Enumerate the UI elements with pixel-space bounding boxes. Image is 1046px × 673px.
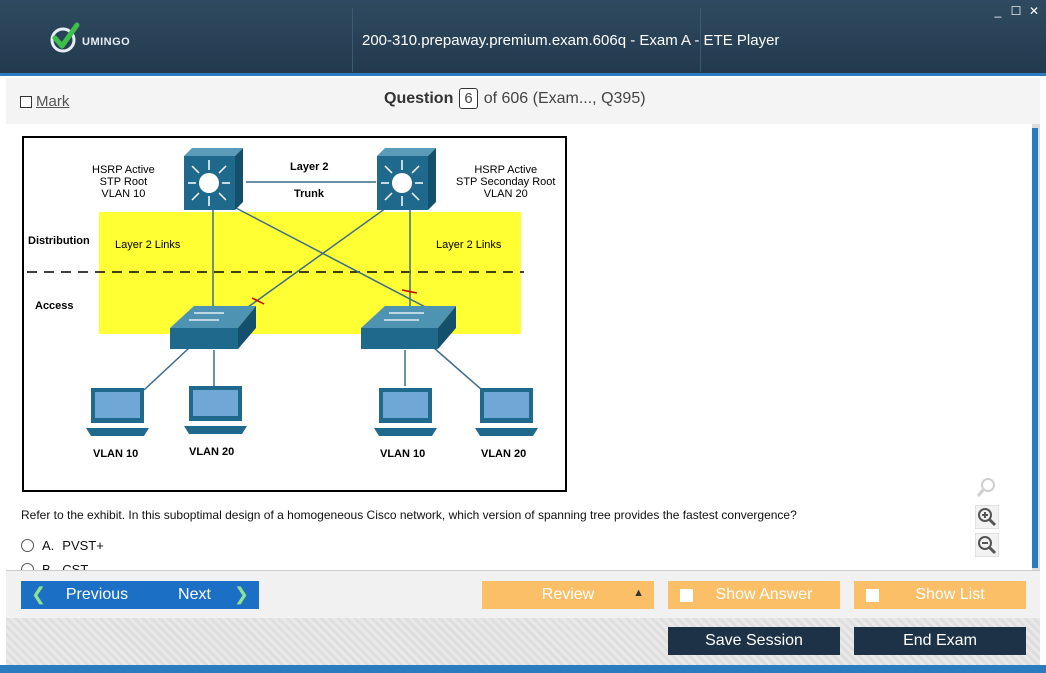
previous-button[interactable]: ❮ Previous [21, 581, 155, 609]
laptop-icon [374, 388, 437, 436]
minimize-button[interactable]: _ [992, 4, 1004, 18]
show-list-button[interactable]: Show List [854, 581, 1026, 609]
access-label: Access [35, 300, 74, 312]
checkmark-logo-icon [50, 22, 80, 53]
yellow-zone [99, 212, 521, 334]
zoom-in-icon[interactable] [975, 505, 999, 529]
distribution-switch-left [184, 148, 243, 210]
vlan-label: VLAN 10 [380, 448, 426, 460]
navigation-bar: ❮ Previous Next ❯ Review ▲ Show Answer S… [6, 570, 1040, 619]
link [143, 347, 190, 391]
exhibit-image: HSRP Active STP Root VLAN 10 HSRP Active… [22, 136, 567, 492]
title-divider [352, 8, 353, 72]
vlan-label: VLAN 20 [481, 448, 527, 460]
checkbox-icon[interactable] [680, 589, 693, 602]
radio-button[interactable] [21, 563, 34, 570]
question-stem: Refer to the exhibit. In this suboptimal… [21, 508, 797, 522]
trunk-label: Trunk [294, 188, 324, 200]
window-title: 200-310.prepaway.premium.exam.606q - Exa… [362, 32, 780, 49]
option-text: CST [62, 562, 89, 570]
save-session-button[interactable]: Save Session [668, 627, 840, 655]
end-exam-label: End Exam [903, 632, 977, 649]
option-letter: A. [42, 538, 55, 553]
laptop-icon [184, 386, 247, 434]
mark-checkbox[interactable]: Mark [20, 93, 69, 110]
question-number-input[interactable]: 6 [459, 88, 478, 109]
chevron-left-icon: ❮ [31, 584, 47, 604]
laptop-icon [475, 388, 538, 436]
right-switch-label: HSRP Active STP Seconday Root VLAN 20 [456, 164, 556, 200]
option-letter: B. [42, 562, 55, 570]
save-session-label: Save Session [705, 632, 803, 649]
app-logo: UMINGO [50, 22, 130, 54]
option-text: PVST+ [62, 538, 104, 553]
logo-text: UMINGO [82, 36, 131, 48]
show-answer-label: Show Answer [715, 586, 813, 603]
review-button[interactable]: Review ▲ [482, 581, 654, 609]
vlan-label: VLAN 10 [93, 448, 139, 460]
radio-button[interactable] [21, 539, 34, 552]
vlan-label: VLAN 20 [189, 446, 235, 458]
review-label: Review [541, 586, 595, 603]
chevron-right-icon: ❯ [233, 584, 249, 604]
distribution-switch-right [377, 148, 436, 210]
checkbox-icon[interactable] [20, 95, 32, 108]
footer-bar: Save Session End Exam [6, 618, 1040, 666]
end-exam-button[interactable]: End Exam [854, 627, 1026, 655]
mark-label: Mark [36, 93, 70, 110]
checkbox-icon[interactable] [866, 589, 879, 602]
next-label: Next [178, 586, 211, 603]
distribution-label: Distribution [28, 235, 90, 247]
question-label: Question [384, 89, 454, 107]
search-icon[interactable] [975, 476, 999, 500]
window-controls: _ ☐ ✕ [992, 4, 1040, 18]
zoom-out-icon[interactable] [975, 533, 999, 557]
title-bar: UMINGO 200-310.prepaway.premium.exam.606… [0, 0, 1046, 76]
scrollbar-thumb[interactable] [1032, 128, 1038, 568]
next-button[interactable]: Next ❯ [144, 581, 259, 609]
bottom-border [0, 665, 1046, 673]
question-content: HSRP Active STP Root VLAN 10 HSRP Active… [6, 124, 1032, 570]
option-b[interactable]: B. CST [21, 562, 88, 570]
link [433, 347, 483, 391]
show-list-label: Show List [915, 586, 985, 603]
question-indicator: Question 6 of 606 (Exam..., Q395) [384, 88, 646, 109]
question-total: of 606 (Exam..., Q395) [483, 89, 646, 107]
show-answer-button[interactable]: Show Answer [668, 581, 840, 609]
left-switch-label: HSRP Active STP Root VLAN 10 [92, 164, 155, 200]
laptop-icon [86, 388, 149, 436]
layer2-label: Layer 2 [290, 161, 329, 173]
layer2-links-label: Layer 2 Links [115, 239, 181, 251]
close-button[interactable]: ✕ [1028, 4, 1040, 18]
question-bar: Mark Question 6 of 606 (Exam..., Q395) [6, 78, 1040, 125]
option-a[interactable]: A. PVST+ [21, 538, 104, 553]
layer2-links-label: Layer 2 Links [436, 239, 502, 251]
maximize-button[interactable]: ☐ [1010, 4, 1022, 18]
previous-label: Previous [65, 586, 129, 603]
triangle-up-icon: ▲ [633, 587, 644, 599]
